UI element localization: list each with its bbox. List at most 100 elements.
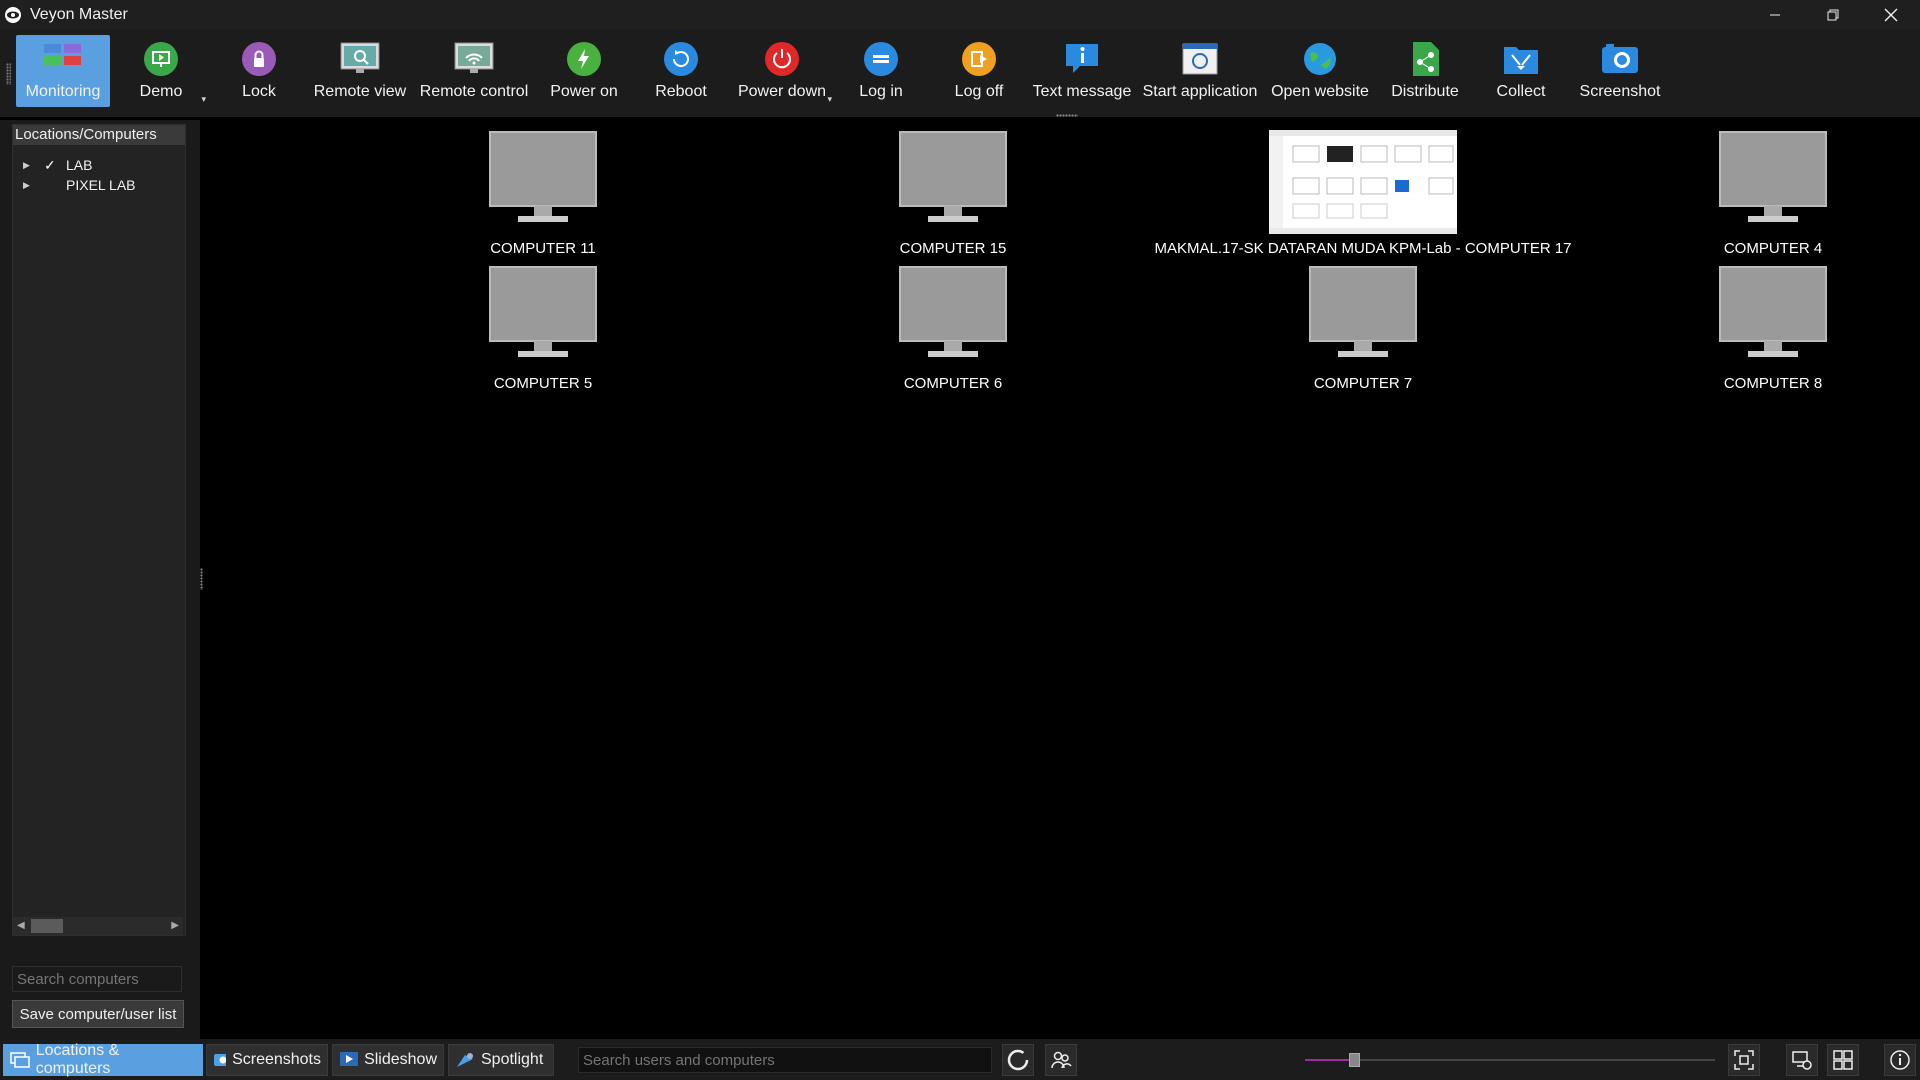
monitor-icon <box>899 266 1007 357</box>
screenshots-icon <box>214 1054 227 1066</box>
save-list-button[interactable]: Save computer/user list <box>12 1000 184 1028</box>
tab-screenshots[interactable]: Screenshots <box>206 1044 328 1076</box>
refresh-button[interactable] <box>1002 1044 1034 1076</box>
toolbar-grip[interactable] <box>6 63 11 85</box>
remote-control-icon <box>454 42 494 73</box>
close-icon <box>1884 8 1898 21</box>
title-bar: Veyon Master <box>0 0 1920 29</box>
power-on-button[interactable]: Power on <box>544 35 624 107</box>
lock-button[interactable]: Lock <box>218 35 300 107</box>
log-off-icon <box>962 42 996 76</box>
text-message-icon <box>1066 44 1098 73</box>
search-computers-input[interactable] <box>12 966 182 992</box>
screenshot-button[interactable]: Screenshot <box>1576 35 1664 107</box>
search-users-input[interactable] <box>578 1047 992 1073</box>
users-button[interactable] <box>1045 1044 1077 1076</box>
start-application-icon <box>1182 43 1218 75</box>
computer-tile[interactable]: COMPUTER 15 <box>823 120 1083 257</box>
info-icon <box>1890 1050 1910 1070</box>
computer-tile[interactable]: COMPUTER 7 <box>1233 255 1493 392</box>
distribute-button[interactable]: Distribute <box>1384 35 1466 107</box>
tab-slideshow[interactable]: Slideshow <box>332 1044 444 1076</box>
expand-arrow-icon[interactable]: ▶ <box>23 155 30 175</box>
computer-name: COMPUTER 8 <box>1723 375 1823 392</box>
expand-arrow-icon[interactable]: ▶ <box>23 175 30 195</box>
demo-button[interactable]: Demo ▾ <box>120 35 206 107</box>
scrollbar-thumb[interactable] <box>31 919 63 933</box>
fit-view-icon <box>1734 1050 1754 1070</box>
zoom-slider-handle[interactable] <box>1349 1053 1361 1067</box>
power-on-icon <box>567 42 601 76</box>
computer-grid: COMPUTER 11 COMPUTER 15 MAKMAL.17-SK DAT… <box>205 120 1920 1039</box>
collect-button[interactable]: Collect <box>1480 35 1562 107</box>
sidebar: Locations/Computers ▶ ✓ LAB ▶ PIXEL LAB … <box>0 120 200 1039</box>
zoom-slider[interactable] <box>1305 1053 1715 1067</box>
users-icon <box>1051 1051 1072 1069</box>
power-down-icon <box>765 42 799 76</box>
tab-spotlight[interactable]: Spotlight <box>448 1044 554 1076</box>
tab-locations-computers[interactable]: Locations & computers <box>3 1042 203 1077</box>
power-down-dropdown-icon[interactable]: ▾ <box>827 94 832 105</box>
screen-filter-icon <box>1792 1051 1812 1070</box>
monitor-icon <box>489 131 597 222</box>
computer-tile[interactable]: COMPUTER 11 <box>413 120 673 257</box>
reboot-button[interactable]: Reboot <box>640 35 722 107</box>
demo-dropdown-icon[interactable]: ▾ <box>201 94 206 105</box>
spotlight-icon <box>457 1053 473 1067</box>
tree-item-pixel-lab[interactable]: ▶ PIXEL LAB <box>13 175 183 195</box>
distribute-icon <box>1413 42 1439 76</box>
monitor-icon <box>489 266 597 357</box>
restore-icon <box>1827 9 1839 20</box>
power-down-button[interactable]: Power down ▾ <box>736 35 832 107</box>
window-title: Veyon Master <box>30 5 128 23</box>
demo-icon <box>144 42 178 76</box>
computer-tile[interactable]: COMPUTER 4 <box>1643 120 1903 257</box>
computer-tile[interactable]: COMPUTER 8 <box>1643 255 1903 392</box>
computer-tile[interactable]: COMPUTER 6 <box>823 255 1083 392</box>
start-application-button[interactable]: Start application <box>1142 35 1258 107</box>
log-in-button[interactable]: Log in <box>840 35 922 107</box>
bottom-bar: Locations & computers Screenshots Slides… <box>0 1039 1920 1080</box>
refresh-icon <box>1007 1049 1029 1071</box>
monitoring-button[interactable]: Monitoring <box>16 35 110 107</box>
open-website-icon <box>1304 43 1336 75</box>
locations-tree: Locations/Computers ▶ ✓ LAB ▶ PIXEL LAB … <box>12 124 186 936</box>
text-message-button[interactable]: Text message <box>1033 35 1131 107</box>
lock-icon <box>242 42 276 76</box>
minimize-icon <box>1770 14 1780 15</box>
close-button[interactable] <box>1862 0 1920 29</box>
monitor-icon <box>899 131 1007 222</box>
sidebar-splitter-handle[interactable] <box>200 568 203 590</box>
log-in-icon <box>864 42 898 76</box>
computers-icon <box>10 1052 30 1068</box>
toolbar: Monitoring Demo ▾ Lock Remote view Remot… <box>0 29 1920 117</box>
toolbar-splitter-handle[interactable] <box>1056 114 1078 117</box>
remote-view-button[interactable]: Remote view <box>312 35 408 107</box>
fit-to-view-button[interactable] <box>1728 1044 1760 1076</box>
log-off-button[interactable]: Log off <box>938 35 1020 107</box>
collect-icon <box>1504 47 1538 74</box>
grid-icon <box>1833 1050 1853 1070</box>
checkmark-icon[interactable]: ✓ <box>44 155 56 175</box>
monitor-icon <box>1719 131 1827 222</box>
grid-layout-button[interactable] <box>1827 1044 1859 1076</box>
info-button[interactable] <box>1884 1044 1916 1076</box>
monitor-icon <box>1309 266 1417 357</box>
remote-control-button[interactable]: Remote control <box>420 35 528 107</box>
scroll-right-icon[interactable]: ▶ <box>171 920 179 931</box>
tree-header[interactable]: Locations/Computers <box>13 125 185 145</box>
slideshow-icon <box>340 1052 358 1066</box>
remote-view-icon <box>340 42 380 73</box>
horizontal-scrollbar[interactable]: ◀ ▶ <box>13 917 183 935</box>
computer-tile[interactable]: COMPUTER 5 <box>413 255 673 392</box>
open-website-button[interactable]: Open website <box>1270 35 1370 107</box>
scroll-left-icon[interactable]: ◀ <box>17 920 25 931</box>
screen-thumbnail <box>1269 130 1457 234</box>
screenshot-icon <box>1602 44 1638 73</box>
tree-item-lab[interactable]: ▶ ✓ LAB <box>13 155 183 175</box>
minimize-button[interactable] <box>1746 0 1804 29</box>
restore-button[interactable] <box>1804 0 1862 29</box>
computer-tile[interactable]: MAKMAL.17-SK DATARAN MUDA KPM-Lab - COMP… <box>1154 120 1572 257</box>
veyon-logo-icon <box>5 6 21 23</box>
screen-filter-button[interactable] <box>1786 1044 1818 1076</box>
